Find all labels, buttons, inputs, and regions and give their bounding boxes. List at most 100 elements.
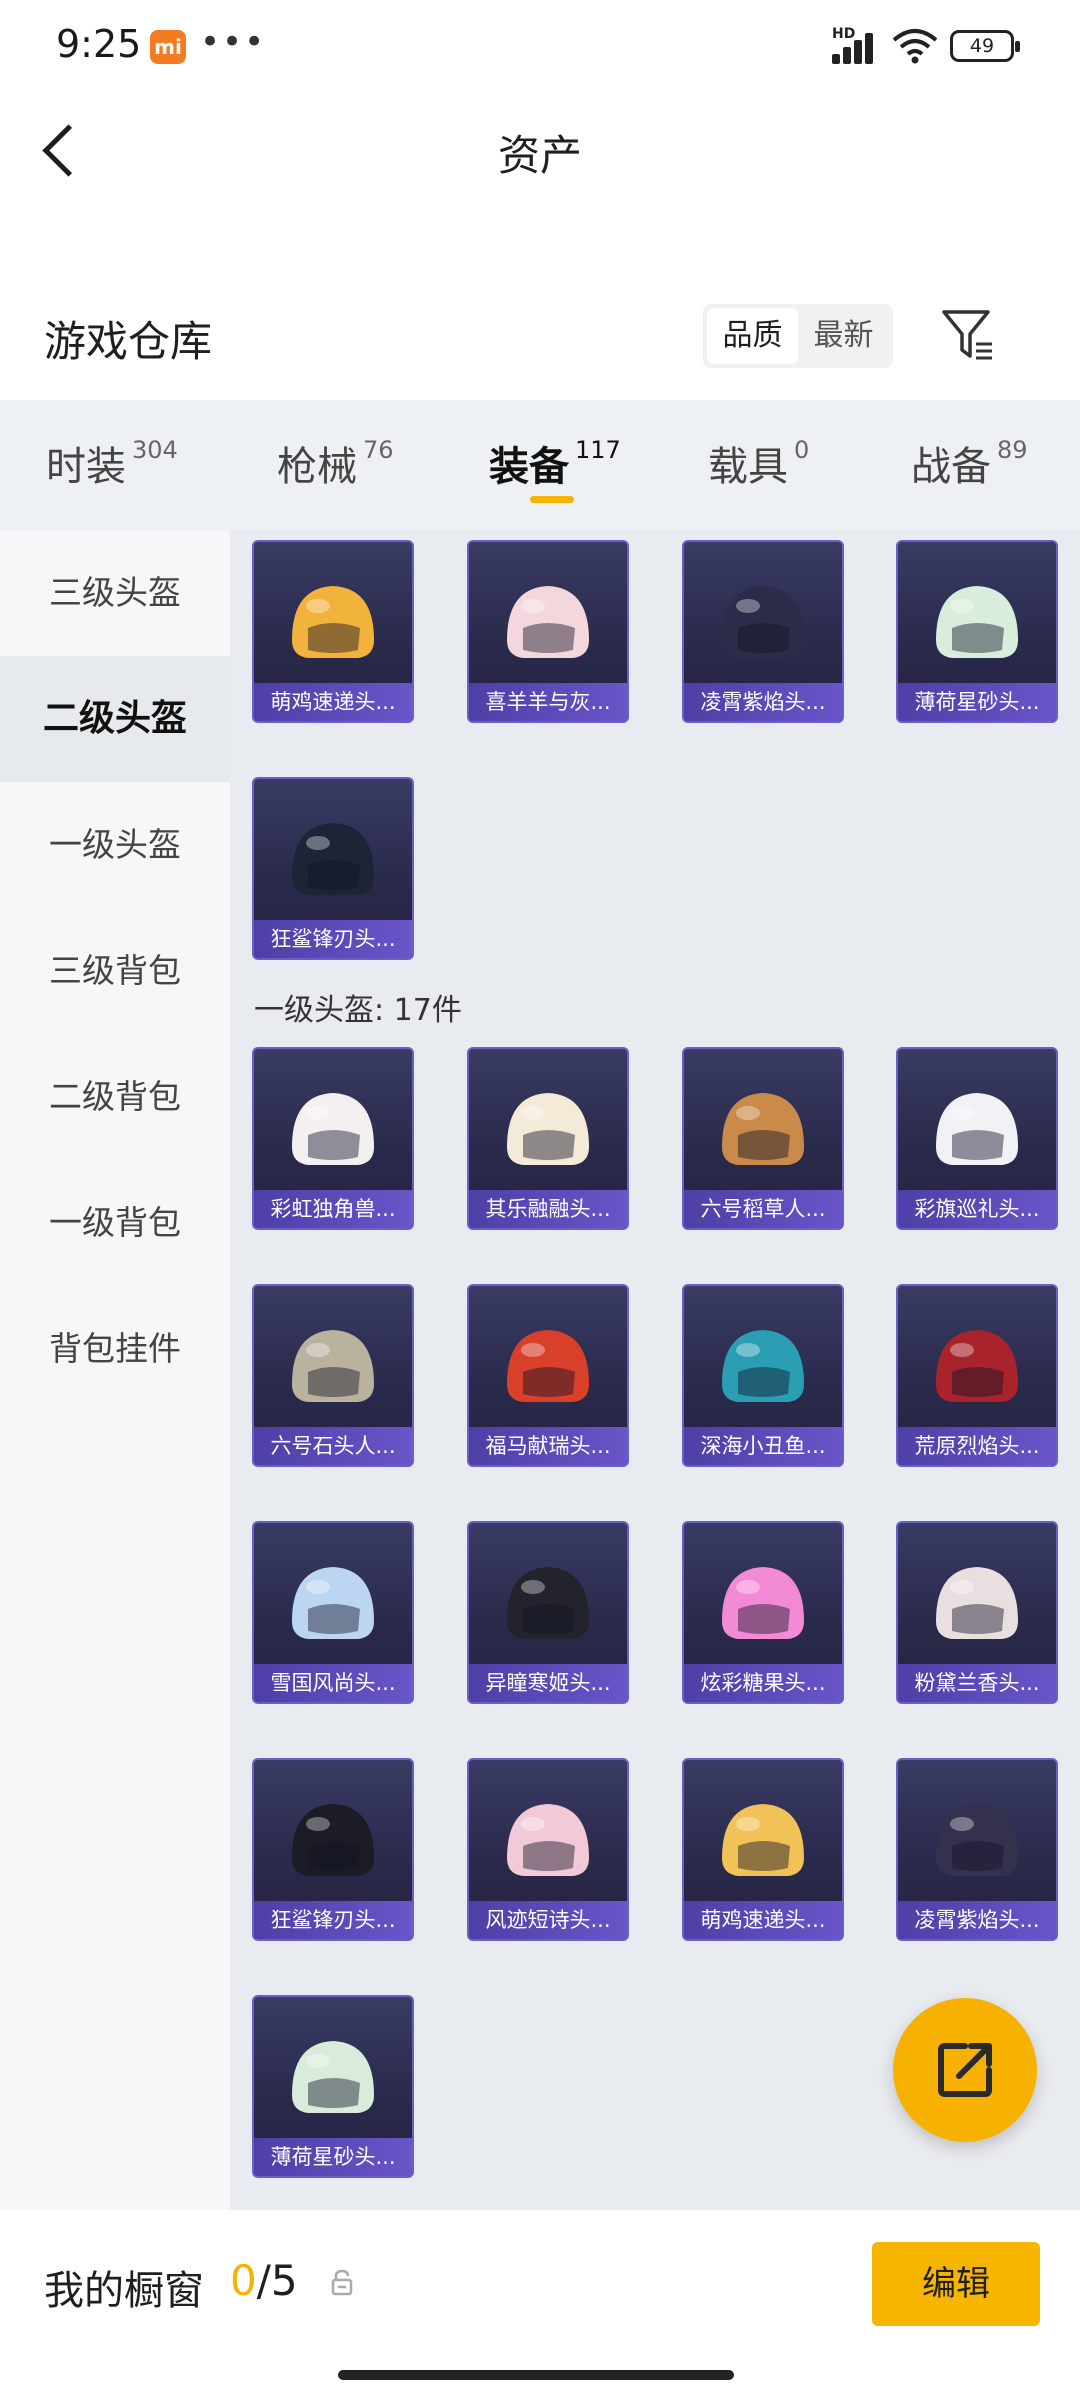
helmet-card[interactable]: 六号稻草人...: [682, 1047, 844, 1230]
helmet-card-label: 深海小丑鱼...: [684, 1427, 842, 1465]
top-bar: 资产: [0, 92, 1080, 212]
tab-label: 战备: [911, 444, 991, 490]
helmet-card[interactable]: 萌鸡速递头...: [252, 540, 414, 723]
helmet-card-label: 萌鸡速递头...: [254, 683, 412, 721]
tab-count: 76: [363, 436, 394, 464]
sort-toggle: 品质 最新: [703, 304, 893, 368]
tab-label: 枪械: [277, 444, 357, 490]
showcase-total: /5: [256, 2256, 298, 2305]
tab-vehicles[interactable]: 载具 0: [708, 434, 809, 492]
helmet-card[interactable]: 异瞳寒姬头...: [467, 1521, 629, 1704]
tab-count: 117: [575, 436, 621, 464]
helmet-card[interactable]: 薄荷星砂头...: [252, 1995, 414, 2178]
helmet-card-label: 荒原烈焰头...: [898, 1427, 1056, 1465]
helmet-icon: [722, 1093, 804, 1165]
sidebar-item-level1-helmet[interactable]: 一级头盔: [0, 782, 230, 908]
sort-option-quality[interactable]: 品质: [707, 308, 798, 364]
filter-icon[interactable]: [940, 306, 996, 366]
helmet-card[interactable]: 彩旗巡礼头...: [896, 1047, 1058, 1230]
helmet-icon: [507, 1093, 589, 1165]
helmet-card-label: 薄荷星砂头...: [898, 683, 1056, 721]
item-grid: 一级头盔: 17件 萌鸡速递头... 喜羊羊与灰... 凌霄紫焰头... 薄荷星砂头.…: [230, 530, 1080, 2210]
active-tab-indicator: [530, 496, 574, 503]
status-time: 9:25: [56, 22, 142, 66]
helmet-icon: [292, 1093, 374, 1165]
helmet-card-label: 彩旗巡礼头...: [898, 1190, 1056, 1228]
showcase-current: 0: [230, 2256, 257, 2305]
helmet-icon: [292, 1567, 374, 1639]
helmet-icon: [507, 1804, 589, 1876]
helmet-card[interactable]: 其乐融融头...: [467, 1047, 629, 1230]
helmet-card-label: 六号稻草人...: [684, 1190, 842, 1228]
tab-count: 304: [132, 436, 178, 464]
helmet-card[interactable]: 狂鲨锋刃头...: [252, 1758, 414, 1941]
helmet-card-label: 凌霄紫焰头...: [684, 683, 842, 721]
helmet-icon: [292, 1804, 374, 1876]
sidebar-item-level3-helmet[interactable]: 三级头盔: [0, 530, 230, 656]
helmet-card[interactable]: 粉黛兰香头...: [896, 1521, 1058, 1704]
lock-icon: [331, 2269, 353, 2296]
sidebar-item-level3-backpack[interactable]: 三级背包: [0, 908, 230, 1034]
helmet-icon: [292, 1330, 374, 1402]
helmet-card-label: 凌霄紫焰头...: [898, 1901, 1056, 1939]
helmet-card-label: 雪国风尚头...: [254, 1664, 412, 1702]
helmet-card[interactable]: 狂鲨锋刃头...: [252, 777, 414, 960]
mi-app-icon: mi: [150, 30, 186, 64]
helmet-card[interactable]: 彩虹独角兽...: [252, 1047, 414, 1230]
page-title: 资产: [497, 131, 582, 180]
tab-label: 载具: [708, 444, 788, 490]
helmet-icon: [936, 1804, 1018, 1876]
helmet-card-label: 薄荷星砂头...: [254, 2138, 412, 2176]
tab-fashion[interactable]: 时装 304: [46, 434, 178, 492]
sidebar-item-level1-backpack[interactable]: 一级背包: [0, 1160, 230, 1286]
tab-equipment[interactable]: 装备 117: [489, 434, 621, 492]
battery-icon: 49: [950, 30, 1020, 62]
helmet-card[interactable]: 炫彩糖果头...: [682, 1521, 844, 1704]
helmet-icon: [292, 586, 374, 658]
helmet-card[interactable]: 深海小丑鱼...: [682, 1284, 844, 1467]
helmet-card-label: 异瞳寒姬头...: [469, 1664, 627, 1702]
helmet-card[interactable]: 荒原烈焰头...: [896, 1284, 1058, 1467]
tab-label: 装备: [489, 444, 569, 490]
helmet-card[interactable]: 萌鸡速递头...: [682, 1758, 844, 1941]
sort-option-newest[interactable]: 最新: [798, 308, 889, 364]
helmet-card-label: 其乐融融头...: [469, 1190, 627, 1228]
helmet-icon: [507, 1567, 589, 1639]
helmet-icon: [507, 1330, 589, 1402]
helmet-card[interactable]: 喜羊羊与灰...: [467, 540, 629, 723]
helmet-card[interactable]: 凌霄紫焰头...: [682, 540, 844, 723]
home-indicator[interactable]: [338, 2370, 734, 2380]
helmet-card-label: 风迹短诗头...: [469, 1901, 627, 1939]
tab-supplies[interactable]: 战备 89: [911, 434, 1028, 492]
tab-label: 时装: [46, 444, 126, 490]
subcategory-sidebar: 三级头盔 二级头盔 一级头盔 三级背包 二级背包 一级背包 背包挂件: [0, 530, 230, 2210]
helmet-card-label: 萌鸡速递头...: [684, 1901, 842, 1939]
helmet-card-label: 彩虹独角兽...: [254, 1190, 412, 1228]
warehouse-title: 游戏仓库: [44, 317, 213, 366]
helmet-card[interactable]: 薄荷星砂头...: [896, 540, 1058, 723]
share-button[interactable]: [893, 1998, 1037, 2142]
tab-count: 89: [997, 436, 1028, 464]
sidebar-item-backpack-pendant[interactable]: 背包挂件: [0, 1286, 230, 1412]
sidebar-item-level2-helmet[interactable]: 二级头盔: [0, 656, 230, 782]
wifi-icon: [892, 29, 938, 64]
sidebar-item-level2-backpack[interactable]: 二级背包: [0, 1034, 230, 1160]
helmet-card[interactable]: 雪国风尚头...: [252, 1521, 414, 1704]
helmet-card-label: 福马献瑞头...: [469, 1427, 627, 1465]
status-bar: 9:25 mi ••• HD 49: [0, 0, 1080, 92]
bottom-bar: 我的橱窗 0/5 编辑: [0, 2210, 1080, 2400]
helmet-icon: [936, 1567, 1018, 1639]
helmet-card-label: 炫彩糖果头...: [684, 1664, 842, 1702]
helmet-card[interactable]: 风迹短诗头...: [467, 1758, 629, 1941]
helmet-card[interactable]: 福马献瑞头...: [467, 1284, 629, 1467]
helmet-card-label: 粉黛兰香头...: [898, 1664, 1056, 1702]
edit-button[interactable]: 编辑: [872, 2242, 1040, 2326]
category-tabs: 时装 304 枪械 76 装备 117 载具 0 战备 89: [0, 400, 1080, 530]
helmet-icon: [936, 586, 1018, 658]
helmet-card[interactable]: 六号石头人...: [252, 1284, 414, 1467]
tab-firearms[interactable]: 枪械 76: [277, 434, 394, 492]
helmet-card[interactable]: 凌霄紫焰头...: [896, 1758, 1058, 1941]
helmet-icon: [292, 823, 374, 895]
helmet-icon: [936, 1093, 1018, 1165]
helmet-icon: [507, 586, 589, 658]
